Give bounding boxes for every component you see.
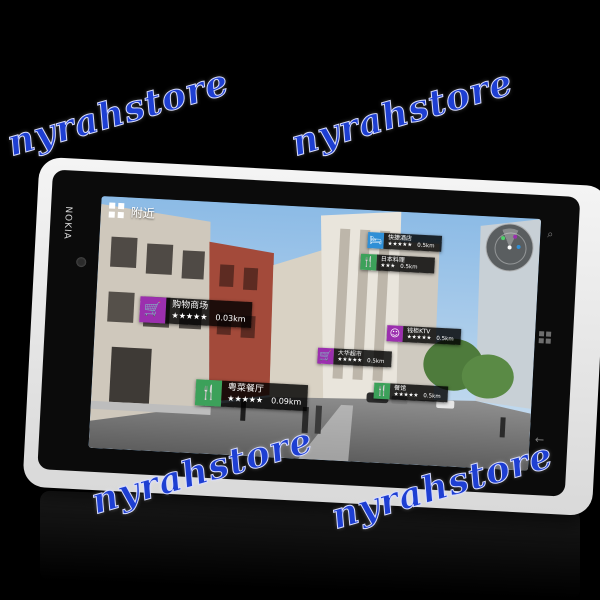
cart-icon: 🛒 [317, 347, 335, 365]
mask-icon: ☺ [386, 325, 404, 342]
street-camera-view [88, 196, 542, 471]
phone-screen[interactable]: 附近 🛒 购物商场 ★★★★★ 0.03km 🍴 粤菜餐厅 ★★★★★ 0.09… [88, 196, 542, 471]
poi-rating: ★★★★★ [171, 310, 208, 322]
poi-distance: 0.5km [366, 358, 385, 366]
cart-icon: 🛒 [139, 296, 167, 324]
poi-meta: ★★★★★ 0.5km [407, 334, 457, 344]
poi-rating: ★★★★★ [227, 393, 264, 405]
ar-poi-body: 快捷酒店 ★★★★★ 0.5km [383, 232, 443, 252]
ar-poi-body: 购物商场 ★★★★★ 0.03km [165, 297, 253, 329]
product-photo: NOKIA 附近 🛒 购物商场 ★★★★★ 0.03km 🍴 粤菜餐厅 ★★★★… [0, 0, 600, 600]
fork-knife-icon: 🍴 [194, 379, 223, 407]
nearby-label: 附近 [130, 205, 156, 221]
ar-poi-body: 钱柜KTV ★★★★★ 0.5km [402, 326, 462, 346]
fork-knife-icon: 🍴 [360, 253, 378, 271]
brand-label: NOKIA [61, 206, 74, 241]
poi-meta: ★★★★★ 0.5km [387, 241, 437, 251]
poi-rating: ★★★ [380, 262, 396, 270]
poi-rating: ★★★★★ [387, 241, 413, 249]
ar-poi-body: 日本料理 ★★★ 0.5km [376, 254, 435, 274]
watermark-text: nyrahstore [286, 61, 518, 165]
ar-poi-body: 大华超市 ★★★★★ 0.5km [333, 348, 392, 368]
ar-poi-body: 粤菜餐厅 ★★★★★ 0.09km [220, 380, 309, 412]
poi-distance: 0.09km [270, 396, 302, 407]
poi-meta: ★★★★★ 0.5km [337, 357, 387, 367]
grid-icon[interactable] [108, 202, 126, 219]
bed-icon: 🛏 [367, 232, 385, 249]
fork-knife-icon: 🍴 [373, 382, 391, 400]
poi-distance: 0.5km [417, 242, 435, 250]
front-camera [75, 256, 87, 268]
ar-poi-body: 餐馆 ★★★★★ 0.5km [389, 383, 449, 403]
poi-meta: ★★★★★ 0.5km [394, 392, 444, 402]
poi-distance: 0.5km [423, 393, 441, 401]
watermark-text: nyrahstore [2, 61, 234, 165]
poi-distance: 0.03km [215, 313, 246, 324]
poi-rating: ★★★★★ [393, 391, 419, 399]
poi-meta: ★★★ 0.5km [380, 263, 430, 273]
poi-rating: ★★★★★ [337, 356, 363, 364]
poi-rating: ★★★★★ [406, 334, 432, 342]
search-icon[interactable]: ⌕ [544, 227, 557, 240]
windows-icon[interactable] [538, 331, 552, 344]
poi-distance: 0.5km [436, 335, 454, 343]
poi-distance: 0.5km [400, 263, 418, 271]
